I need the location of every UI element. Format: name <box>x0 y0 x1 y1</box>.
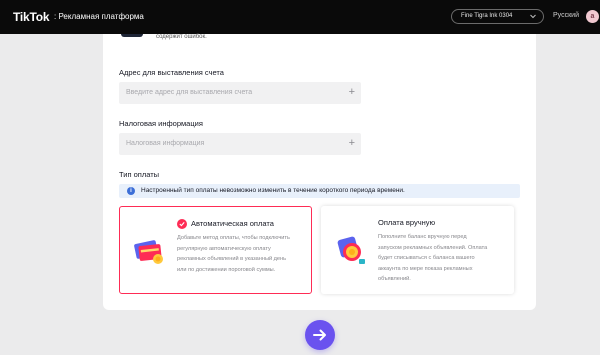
manual-payment-title: Оплата вручную <box>378 218 436 227</box>
tax-info-field[interactable]: Налоговая информация + <box>119 133 361 155</box>
next-button[interactable] <box>305 320 335 350</box>
billing-address-label: Адрес для выставления счета <box>119 68 224 77</box>
auto-payment-title: Автоматическая оплата <box>191 219 274 228</box>
credit-card-icon <box>134 240 163 264</box>
billing-address-field[interactable]: Введите адрес для выставления счета + <box>119 82 361 104</box>
language-selector[interactable]: Русский <box>553 12 579 19</box>
tiktok-logo[interactable]: TikTok <box>13 10 50 24</box>
tax-info-label: Налоговая информация <box>119 119 203 128</box>
arrow-right-icon <box>313 329 326 341</box>
auto-payment-description: Добавьте метод оплаты, чтобы подключить … <box>177 235 290 273</box>
auto-payment-option[interactable]: Автоматическая оплата Добавьте метод опл… <box>119 206 312 294</box>
top-bar: TikTok : Рекламная платформа Fine Tigra … <box>0 0 600 34</box>
chevron-down-icon <box>530 14 536 19</box>
account-name: Fine Tigra Ink 0304 <box>461 13 513 19</box>
account-selector[interactable]: Fine Tigra Ink 0304 <box>451 9 544 24</box>
payment-type-label: Тип оплаты <box>119 170 160 179</box>
payment-type-notice: i Настроенный тип оплаты невозможно изме… <box>119 184 520 198</box>
manual-payment-option[interactable]: Оплата вручную Пополните баланс вручную … <box>321 206 514 294</box>
manual-payment-description: Пополните баланс вручную перед запуском … <box>378 234 488 283</box>
info-icon: i <box>127 187 135 195</box>
add-tax-info-icon[interactable]: + <box>349 137 355 149</box>
selected-checkmark-icon <box>177 219 187 229</box>
add-address-icon[interactable]: + <box>349 86 355 98</box>
notice-text: Настроенный тип оплаты невозможно измени… <box>141 187 405 194</box>
billing-address-placeholder: Введите адрес для выставления счета <box>126 89 253 96</box>
tax-info-placeholder: Налоговая информация <box>126 140 205 147</box>
status-icon <box>121 34 143 37</box>
previous-section-text: содержит ошибок. <box>156 34 207 40</box>
platform-name: : Рекламная платформа <box>54 12 144 21</box>
coins-icon <box>337 236 365 264</box>
billing-form-card: содержит ошибок. Адрес для выставления с… <box>103 34 536 310</box>
avatar[interactable]: a <box>586 10 599 23</box>
